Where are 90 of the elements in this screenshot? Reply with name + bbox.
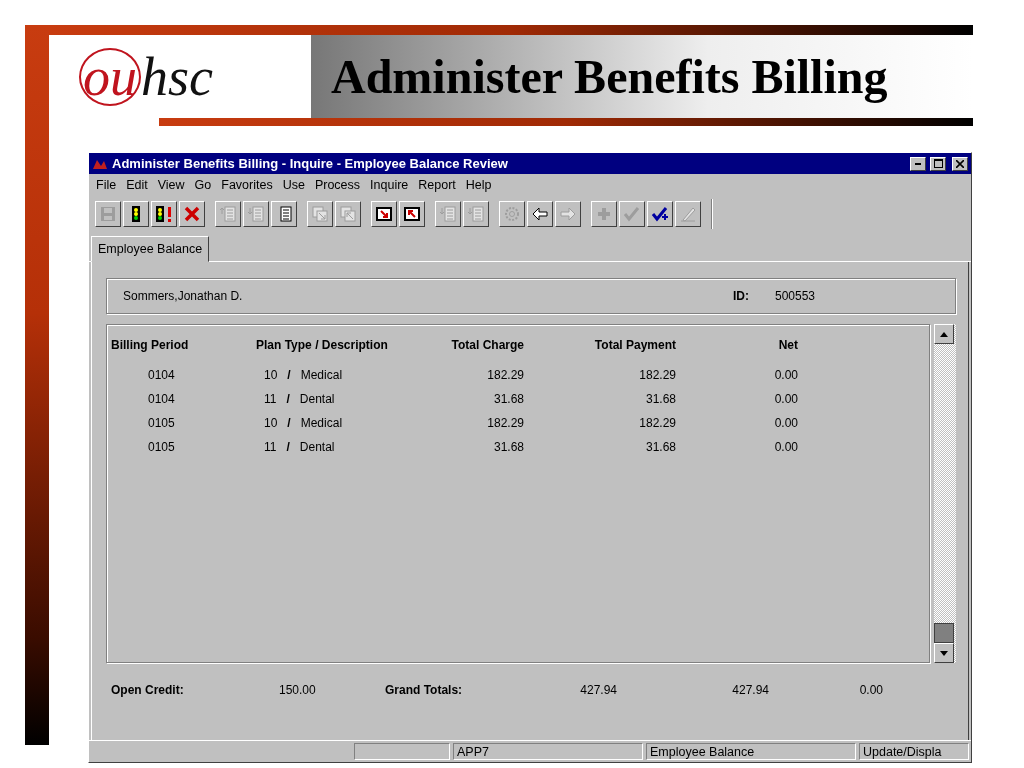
plus-icon — [595, 205, 613, 223]
close-button[interactable] — [952, 156, 968, 171]
menu-item[interactable]: Help — [460, 178, 497, 192]
separator-text: / — [287, 416, 291, 430]
toolbar-button[interactable] — [399, 201, 425, 227]
table-cell-text: 0.00 — [773, 440, 798, 454]
status-segment: APP7 — [453, 743, 643, 760]
table-cell: 10 — [264, 416, 278, 430]
back-icon — [531, 205, 549, 223]
pencil-icon — [679, 205, 697, 223]
table-cell: 11 — [264, 392, 277, 406]
menu-item[interactable]: Inquire — [365, 178, 414, 192]
tab[interactable]: Employee Balance — [91, 236, 210, 262]
separator-text: / — [287, 368, 291, 382]
toolbar-button[interactable] — [123, 201, 149, 227]
separator-text: / — [286, 440, 290, 454]
table-cell-text: 0105 — [147, 440, 176, 454]
table-cell-text: 0105 — [147, 416, 176, 430]
toolbar-button[interactable] — [527, 201, 553, 227]
table-cell-text: 182.29 — [638, 368, 676, 382]
menu-item[interactable]: Process — [309, 178, 366, 192]
table-cell: Dental — [299, 392, 335, 406]
window-title: Administer Benefits Billing - Inquire - Employee Balance Review — [112, 156, 509, 171]
menu-item[interactable]: View — [152, 178, 190, 192]
table-cell-text: 31.68 — [644, 440, 676, 454]
toolbar-button[interactable] — [151, 201, 177, 227]
table-cell: Medical — [300, 368, 343, 382]
forward-icon — [559, 205, 577, 223]
maximize-icon — [933, 159, 943, 168]
arrow-up-left-icon — [403, 205, 421, 223]
grand-totals-label: Grand Totals: — [385, 683, 464, 697]
table-cell: Medical — [300, 416, 343, 430]
open-credit-label: Open Credit: — [111, 683, 185, 697]
total-value: 427.94 — [731, 683, 769, 697]
table-cell-text: 31.68 — [492, 440, 524, 454]
status-segment: Employee Balance — [646, 743, 856, 760]
table-cell-text: 31.68 — [492, 392, 524, 406]
table-cell-text: 0104 — [147, 392, 176, 406]
table-cell-text: 31.68 — [644, 392, 676, 406]
employee-id: 500553 — [775, 289, 816, 303]
column-header: Total Payment — [593, 338, 676, 352]
column-header: Net — [777, 338, 798, 352]
down-arrow-icon — [940, 650, 948, 656]
save-icon — [99, 205, 117, 223]
id-label: ID: — [733, 289, 750, 303]
table-cell: Dental — [299, 440, 335, 454]
table-cell-text: 0104 — [147, 368, 176, 382]
scroll-down-button[interactable] — [934, 643, 954, 663]
separator-text: / — [286, 392, 290, 406]
toolbar-button[interactable] — [647, 201, 673, 227]
close-icon — [956, 159, 964, 168]
table-cell: 11 — [264, 440, 277, 454]
toolbar-button[interactable] — [371, 201, 397, 227]
toolbar-button[interactable] — [271, 201, 297, 227]
scrollbar[interactable] — [934, 324, 956, 663]
delete-icon — [183, 205, 201, 223]
menu-item[interactable]: Edit — [121, 178, 153, 192]
menu-item[interactable]: Report — [413, 178, 461, 192]
minimize-button[interactable] — [910, 156, 926, 171]
menu-item[interactable]: Favorites — [216, 178, 278, 192]
check-icon — [623, 205, 641, 223]
scroll-up-button[interactable] — [934, 324, 954, 344]
up-arrow-icon — [940, 331, 948, 337]
table-cell-text: 182.29 — [486, 416, 524, 430]
table-cell-text: 182.29 — [486, 368, 524, 382]
logo: ouhsc — [79, 45, 213, 108]
gear-icon — [503, 205, 521, 223]
menu-item[interactable]: Use — [277, 178, 310, 192]
column-header: Plan Type / Description — [256, 338, 389, 352]
table-cell: 10 — [264, 368, 278, 382]
arrow-down-right-icon — [375, 205, 393, 223]
total-value: 0.00 — [858, 683, 883, 697]
table-cell-text: 0.00 — [773, 416, 798, 430]
maximize-button[interactable] — [930, 156, 946, 171]
employee-name: Sommers,Jonathan D. — [123, 289, 244, 303]
status-segment: Update/Displa — [859, 743, 969, 760]
table-cell-text: 0.00 — [773, 368, 798, 382]
check-plus-icon — [651, 205, 669, 223]
column-header: Total Charge — [450, 338, 524, 352]
column-header: Billing Period — [111, 338, 190, 352]
open-credit-value: 150.00 — [278, 683, 317, 697]
table-cell-text: 0.00 — [773, 392, 798, 406]
toolbar-button[interactable] — [179, 201, 205, 227]
menu-item[interactable]: File — [91, 178, 122, 192]
table-cell-text: 182.29 — [638, 416, 676, 430]
menu-item[interactable]: Go — [189, 178, 217, 192]
scrollbar-thumb[interactable] — [934, 623, 954, 643]
slide-title: Administer Benefits Billing — [331, 49, 888, 104]
minimize-icon — [915, 162, 921, 165]
total-value: 427.94 — [579, 683, 617, 697]
